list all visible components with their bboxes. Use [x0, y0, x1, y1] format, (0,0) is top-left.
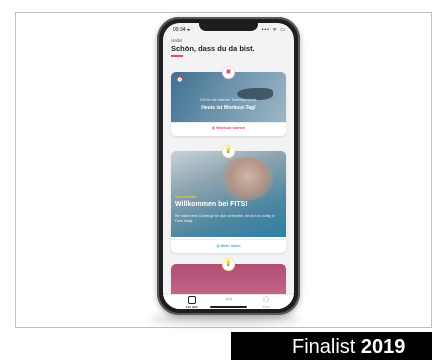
read-more-label: Mehr lesen — [220, 244, 241, 248]
app-screen: 09:34 ◂ ••• ᯤ ▭ Hallo! Schön, dass du da… — [163, 23, 294, 309]
greeting-hello: Hallo! — [171, 38, 183, 43]
welcome-card-title: Willkommen bei FITS! — [175, 201, 248, 208]
home-icon — [188, 296, 196, 304]
calendar-icon: ▣ — [223, 67, 234, 78]
tab-label: Für dich — [186, 305, 198, 309]
status-icons: ••• ᯤ ▭ — [261, 27, 286, 33]
welcome-card[interactable]: 💡 Neue Inhalte Willkommen bei FITS! Wir … — [171, 146, 286, 253]
lightbulb-icon: 💡 — [223, 259, 234, 270]
card-divider — [171, 122, 286, 123]
profile-icon: ⚇ — [262, 295, 270, 304]
welcome-card-eyebrow: Neue Inhalte — [175, 195, 196, 199]
finalist-banner: Finalist 2019 — [231, 332, 432, 360]
read-more-button[interactable]: ◎ Mehr lesen — [171, 243, 286, 248]
workout-card[interactable]: ▣ ⏰ Zeit für die nächste Trainingseinhei… — [171, 67, 286, 136]
finalist-prefix: Finalist — [292, 336, 361, 358]
lightbulb-icon: 💡 — [223, 146, 234, 157]
phone-shadow — [150, 314, 300, 324]
greeting-underline — [171, 55, 183, 57]
dumbbell-icon: ⚯ — [225, 295, 233, 304]
home-indicator[interactable] — [210, 306, 247, 308]
athlete-face — [217, 157, 273, 201]
workout-card-subtitle: Zeit für die nächste Trainingseinheit. — [199, 98, 258, 102]
card-divider — [171, 239, 286, 240]
workout-card-image: ⏰ Zeit für die nächste Trainingseinheit.… — [171, 72, 286, 122]
welcome-card-image: Neue Inhalte Willkommen bei FITS! Wir ha… — [171, 151, 286, 237]
phone-notch — [199, 23, 258, 31]
status-time: 09:34 ◂ — [173, 27, 190, 33]
tab-profile[interactable]: ⚇ Profil — [251, 295, 281, 310]
phone-mockup: 09:34 ◂ ••• ᯤ ▭ Hallo! Schön, dass du da… — [157, 17, 300, 315]
finalist-year: 2019 — [360, 336, 406, 358]
workout-card-title: Heute ist Workout-Tag! — [201, 105, 256, 111]
tab-label: Profil — [262, 305, 270, 309]
greeting-headline: Schön, dass du da bist. — [171, 44, 255, 53]
welcome-card-text: Wir haben eine Challenge für dich vorber… — [175, 214, 275, 223]
tab-for-you[interactable]: Für dich — [177, 296, 207, 309]
start-workout-label: Workout starten — [216, 126, 246, 130]
alarm-clock-icon: ⏰ — [176, 77, 184, 83]
start-workout-button[interactable]: ◎ Workout starten — [171, 125, 286, 130]
